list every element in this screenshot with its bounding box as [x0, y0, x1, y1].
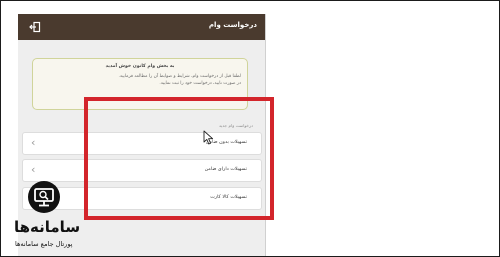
logo-icon — [28, 181, 60, 213]
section-label: درخواست وام جدید — [218, 123, 253, 128]
exit-icon[interactable] — [29, 21, 41, 33]
loan-item-with-guarantor[interactable]: ‹ تسهیلات دارای ضامن — [22, 159, 262, 182]
loan-item-no-guarantor[interactable]: ‹ تسهیلات بدون ضامن — [22, 132, 262, 155]
loan-item-label: تسهیلات کالا کارت — [210, 195, 247, 200]
chevron-left-icon: ‹ — [31, 136, 36, 149]
welcome-title: به بخش وام کانون خوش آمدید — [105, 64, 175, 69]
app-header: درخواست وام — [18, 14, 265, 40]
logo-tagline: پورتال جامع سامانه‌ها — [15, 240, 73, 248]
page-title: درخواست وام — [208, 21, 257, 29]
welcome-box: به بخش وام کانون خوش آمدید لطفا قبل از د… — [32, 58, 248, 110]
welcome-text: لطفا قبل از درخواست وام، شرایط و ضوابط آ… — [118, 74, 241, 86]
logo-name: سامانه‌ها — [14, 218, 81, 236]
loan-item-label: تسهیلات دارای ضامن — [204, 167, 247, 172]
chevron-left-icon: ‹ — [31, 163, 36, 176]
app-edge — [265, 14, 266, 257]
cursor-icon — [203, 130, 214, 145]
